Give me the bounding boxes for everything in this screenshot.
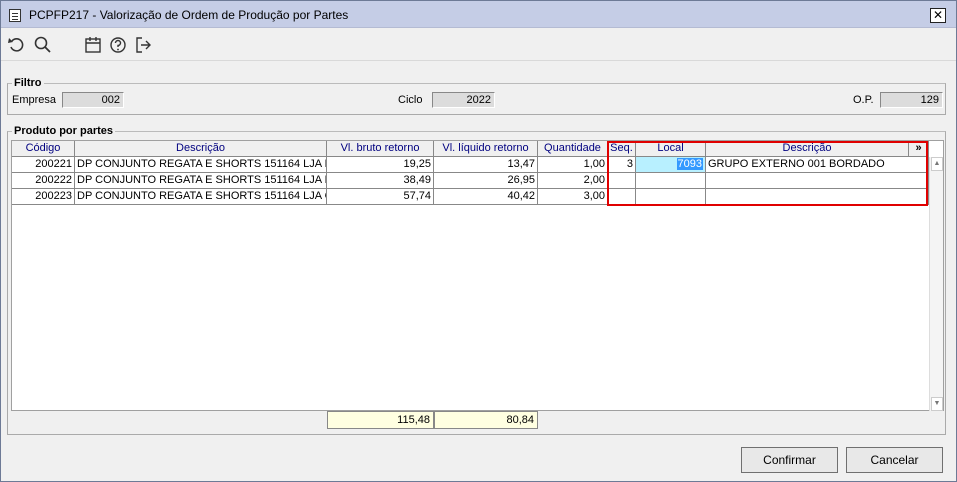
table-cell-codigo[interactable]: 200223 xyxy=(12,189,75,205)
help-icon[interactable] xyxy=(108,35,128,55)
produto-legend: Produto por partes xyxy=(12,125,116,137)
filtro-legend: Filtro xyxy=(12,77,44,89)
table-cell-local-descricao: GRUPO EXTERNO 001 BORDADO xyxy=(706,157,929,173)
table-cell-local-descricao xyxy=(706,189,929,205)
table-cell-liquido[interactable]: 13,47 xyxy=(434,157,538,173)
table-cell-seq[interactable] xyxy=(608,189,636,205)
col-header-local-descricao[interactable]: Descrição xyxy=(706,141,909,157)
total-bruto: 115,48 xyxy=(327,411,434,429)
scroll-up-icon[interactable]: ▲ xyxy=(931,157,943,171)
close-button[interactable]: ✕ xyxy=(930,8,946,23)
local-input[interactable]: 7093 xyxy=(636,157,706,173)
table-cell-liquido[interactable]: 26,95 xyxy=(434,173,538,189)
calendar-icon[interactable] xyxy=(83,35,103,55)
table-cell-local[interactable] xyxy=(636,173,706,189)
col-header-quantidade[interactable]: Quantidade xyxy=(538,141,608,157)
op-field[interactable]: 129 xyxy=(880,92,943,108)
table-cell-bruto[interactable]: 19,25 xyxy=(327,157,434,173)
table-cell-bruto[interactable]: 38,49 xyxy=(327,173,434,189)
col-header-liquido[interactable]: Vl. líquido retorno xyxy=(434,141,538,157)
table-cell-descricao[interactable]: DP CONJUNTO REGATA E SHORTS 151164 LJA M xyxy=(75,173,327,189)
col-header-local[interactable]: Local xyxy=(636,141,706,157)
total-liquido: 80,84 xyxy=(434,411,538,429)
table-cell-seq[interactable] xyxy=(608,173,636,189)
table-cell-codigo[interactable]: 200222 xyxy=(12,173,75,189)
col-header-seq[interactable]: Seq. xyxy=(608,141,636,157)
cancel-button[interactable]: Cancelar xyxy=(846,447,943,473)
table-cell-local-descricao xyxy=(706,173,929,189)
toolbar xyxy=(1,29,956,61)
ciclo-label: Ciclo xyxy=(398,94,423,106)
table-cell-codigo[interactable]: 200221 xyxy=(12,157,75,173)
app-document-icon xyxy=(9,9,21,22)
col-header-descricao[interactable]: Descrição xyxy=(75,141,327,157)
empresa-label: Empresa xyxy=(12,94,57,106)
table-cell-quantidade[interactable]: 1,00 xyxy=(538,157,608,173)
table-cell-liquido[interactable]: 40,42 xyxy=(434,189,538,205)
local-selected-text: 7093 xyxy=(676,158,703,170)
table-cell-local[interactable] xyxy=(636,189,706,205)
table-cell-descricao[interactable]: DP CONJUNTO REGATA E SHORTS 151164 LJA G xyxy=(75,189,327,205)
col-header-codigo[interactable]: Código xyxy=(12,141,75,157)
ciclo-field[interactable]: 2022 xyxy=(432,92,495,108)
scroll-down-icon[interactable]: ▼ xyxy=(931,397,943,411)
table-cell-quantidade[interactable]: 2,00 xyxy=(538,173,608,189)
title-bar: PCPFP217 - Valorização de Ordem de Produ… xyxy=(1,1,956,28)
table-cell-descricao[interactable]: DP CONJUNTO REGATA E SHORTS 151164 LJA P xyxy=(75,157,327,173)
expand-columns-button[interactable]: » xyxy=(909,141,929,157)
confirm-button[interactable]: Confirmar xyxy=(741,447,838,473)
empresa-field[interactable]: 002 xyxy=(62,92,124,108)
col-header-bruto[interactable]: Vl. bruto retorno xyxy=(327,141,434,157)
produto-grid[interactable]: Código Descrição Vl. bruto retorno Vl. l… xyxy=(11,140,944,411)
table-cell-quantidade[interactable]: 3,00 xyxy=(538,189,608,205)
vertical-scrollbar[interactable]: ▲ ▼ xyxy=(929,157,943,411)
table-cell-seq[interactable]: 3 xyxy=(608,157,636,173)
op-label: O.P. xyxy=(853,94,874,106)
search-icon[interactable] xyxy=(33,35,53,55)
window-title: PCPFP217 - Valorização de Ordem de Produ… xyxy=(29,8,349,22)
undo-icon[interactable] xyxy=(7,35,27,55)
exit-icon[interactable] xyxy=(133,35,153,55)
table-cell-bruto[interactable]: 57,74 xyxy=(327,189,434,205)
main-window: PCPFP217 - Valorização de Ordem de Produ… xyxy=(0,0,957,482)
